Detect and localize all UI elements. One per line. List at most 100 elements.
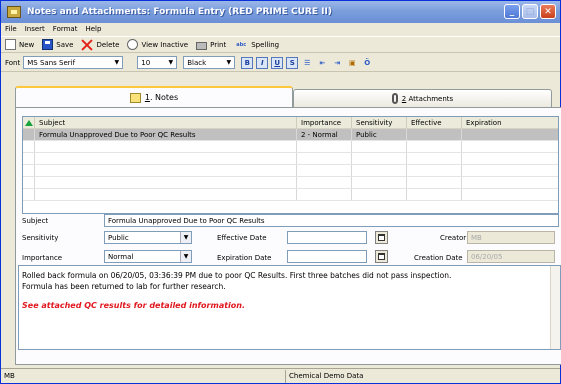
column-effective[interactable]: Effective bbox=[407, 117, 462, 128]
chevron-down-icon: ▼ bbox=[180, 251, 191, 262]
column-sensitivity[interactable]: Sensitivity bbox=[352, 117, 407, 128]
font-size-select[interactable]: 10 ▼ bbox=[137, 56, 178, 69]
empty-row bbox=[23, 177, 558, 189]
save-icon bbox=[42, 39, 54, 50]
status-database: Chemical Demo Data bbox=[289, 372, 364, 380]
cell-sensitivity: Public bbox=[352, 129, 407, 140]
empty-row bbox=[23, 165, 558, 177]
underline-icon[interactable]: U bbox=[271, 56, 284, 69]
notes-attachments-window: Notes and Attachments: Formula Entry (RE… bbox=[0, 0, 561, 384]
cell-importance: 2 - Normal bbox=[297, 129, 352, 140]
creator-label: Creator bbox=[440, 234, 467, 242]
importance-label: Importance bbox=[22, 254, 63, 262]
print-button[interactable]: Print bbox=[196, 37, 226, 52]
empty-row bbox=[23, 153, 558, 165]
spell-icon[interactable]: Ö bbox=[361, 57, 373, 69]
chevron-down-icon: ▼ bbox=[168, 59, 174, 66]
new-label: New bbox=[19, 40, 35, 49]
window-controls: _ □ ✕ bbox=[504, 4, 556, 19]
font-label: Font bbox=[5, 58, 21, 67]
font-color-select[interactable]: Black ▼ bbox=[183, 56, 236, 69]
view-inactive-label: View Inactive bbox=[141, 40, 189, 49]
calendar-icon bbox=[378, 234, 385, 241]
save-button[interactable]: Save bbox=[42, 37, 73, 52]
tab-notes-label: 1. Notes bbox=[144, 93, 179, 102]
chevron-down-icon: ▼ bbox=[180, 232, 191, 243]
align-right-icon[interactable]: ⇥ bbox=[331, 57, 343, 69]
row-indicator bbox=[23, 129, 35, 140]
menu-format[interactable]: Format bbox=[53, 25, 78, 33]
menu-insert[interactable]: Insert bbox=[25, 25, 45, 33]
menu-bar: File Insert Format Help bbox=[1, 23, 560, 35]
sort-column[interactable] bbox=[23, 117, 35, 128]
align-left-icon[interactable]: ⇤ bbox=[316, 57, 328, 69]
font-size-value: 10 bbox=[141, 58, 151, 67]
delete-icon bbox=[81, 39, 93, 51]
grid-header: Subject Importance Sensitivity Effective… bbox=[23, 117, 558, 129]
spelling-icon bbox=[234, 39, 248, 50]
new-document-icon bbox=[5, 39, 16, 50]
title-bar[interactable]: Notes and Attachments: Formula Entry (RE… bbox=[1, 1, 560, 23]
format-bar: Font MS Sans Serif ▼ 10 ▼ Black ▼ B I U … bbox=[1, 54, 560, 72]
note-text-line: Rolled back formula on 06/20/05, 03:36:3… bbox=[22, 271, 452, 280]
status-bar: MB Chemical Demo Data bbox=[1, 368, 560, 383]
column-expiration[interactable]: Expiration bbox=[462, 117, 512, 128]
printer-icon bbox=[196, 41, 208, 50]
delete-button[interactable]: Delete bbox=[81, 37, 119, 52]
bullets-icon[interactable]: ☰ bbox=[301, 57, 313, 69]
empty-row bbox=[23, 141, 558, 153]
effective-date-calendar-button[interactable] bbox=[375, 231, 388, 244]
close-button[interactable]: ✕ bbox=[540, 4, 556, 19]
column-subject[interactable]: Subject bbox=[35, 117, 297, 128]
expiration-date-input[interactable] bbox=[287, 250, 367, 263]
spelling-button[interactable]: Spelling bbox=[234, 37, 279, 52]
importance-select[interactable]: Normal ▼ bbox=[104, 250, 192, 263]
subject-input[interactable]: Formula Unapproved Due to Poor QC Result… bbox=[104, 214, 559, 227]
calendar-icon bbox=[378, 253, 385, 260]
note-text-editor[interactable]: Rolled back formula on 06/20/05, 03:36:3… bbox=[18, 265, 561, 350]
maximize-button[interactable]: □ bbox=[522, 4, 538, 19]
notes-icon bbox=[129, 92, 141, 103]
italic-icon[interactable]: I bbox=[256, 56, 269, 69]
font-value: MS Sans Serif bbox=[27, 58, 76, 67]
delete-label: Delete bbox=[96, 40, 120, 49]
creator-field: MB bbox=[467, 231, 555, 244]
view-inactive-icon bbox=[127, 39, 139, 50]
effective-date-label: Effective Date bbox=[217, 234, 267, 242]
insert-image-icon[interactable]: ▣ bbox=[346, 57, 358, 69]
bold-icon[interactable]: B bbox=[241, 56, 254, 69]
font-select[interactable]: MS Sans Serif ▼ bbox=[23, 56, 124, 69]
sensitivity-value: Public bbox=[108, 233, 129, 242]
menu-file[interactable]: File bbox=[5, 25, 17, 33]
window-title: Notes and Attachments: Formula Entry (RE… bbox=[27, 7, 332, 17]
empty-row bbox=[23, 189, 558, 201]
maximize-icon: □ bbox=[525, 6, 535, 17]
menu-help[interactable]: Help bbox=[85, 25, 101, 33]
save-label: Save bbox=[56, 40, 74, 49]
tab-attachments[interactable]: 2 Attachments bbox=[293, 89, 552, 107]
minimize-icon: _ bbox=[509, 6, 515, 17]
cell-expiration bbox=[462, 129, 512, 140]
effective-date-input[interactable] bbox=[287, 231, 367, 244]
importance-value: Normal bbox=[108, 252, 134, 261]
status-user: MB bbox=[1, 369, 286, 383]
chevron-down-icon: ▼ bbox=[114, 59, 120, 66]
tab-notes[interactable]: 1. Notes bbox=[15, 86, 293, 107]
cell-subject: Formula Unapproved Due to Poor QC Result… bbox=[35, 129, 297, 140]
expiration-date-calendar-button[interactable] bbox=[375, 250, 388, 263]
view-inactive-button[interactable]: View Inactive bbox=[127, 37, 188, 52]
close-icon: ✕ bbox=[544, 6, 552, 17]
spelling-label: Spelling bbox=[251, 40, 280, 49]
column-importance[interactable]: Importance bbox=[297, 117, 352, 128]
creation-date-label: Creation Date bbox=[414, 254, 463, 262]
notes-grid: Subject Importance Sensitivity Effective… bbox=[22, 116, 559, 214]
new-button[interactable]: New bbox=[5, 37, 34, 52]
creation-date-field: 06/20/05 bbox=[467, 250, 555, 263]
table-row[interactable]: Formula Unapproved Due to Poor QC Result… bbox=[23, 129, 558, 141]
strikethrough-icon[interactable]: S bbox=[286, 56, 299, 69]
minimize-button[interactable]: _ bbox=[504, 4, 520, 19]
vertical-scrollbar[interactable] bbox=[550, 266, 560, 349]
subject-label: Subject bbox=[22, 217, 49, 225]
sensitivity-select[interactable]: Public ▼ bbox=[104, 231, 192, 244]
sensitivity-label: Sensitivity bbox=[22, 234, 59, 242]
